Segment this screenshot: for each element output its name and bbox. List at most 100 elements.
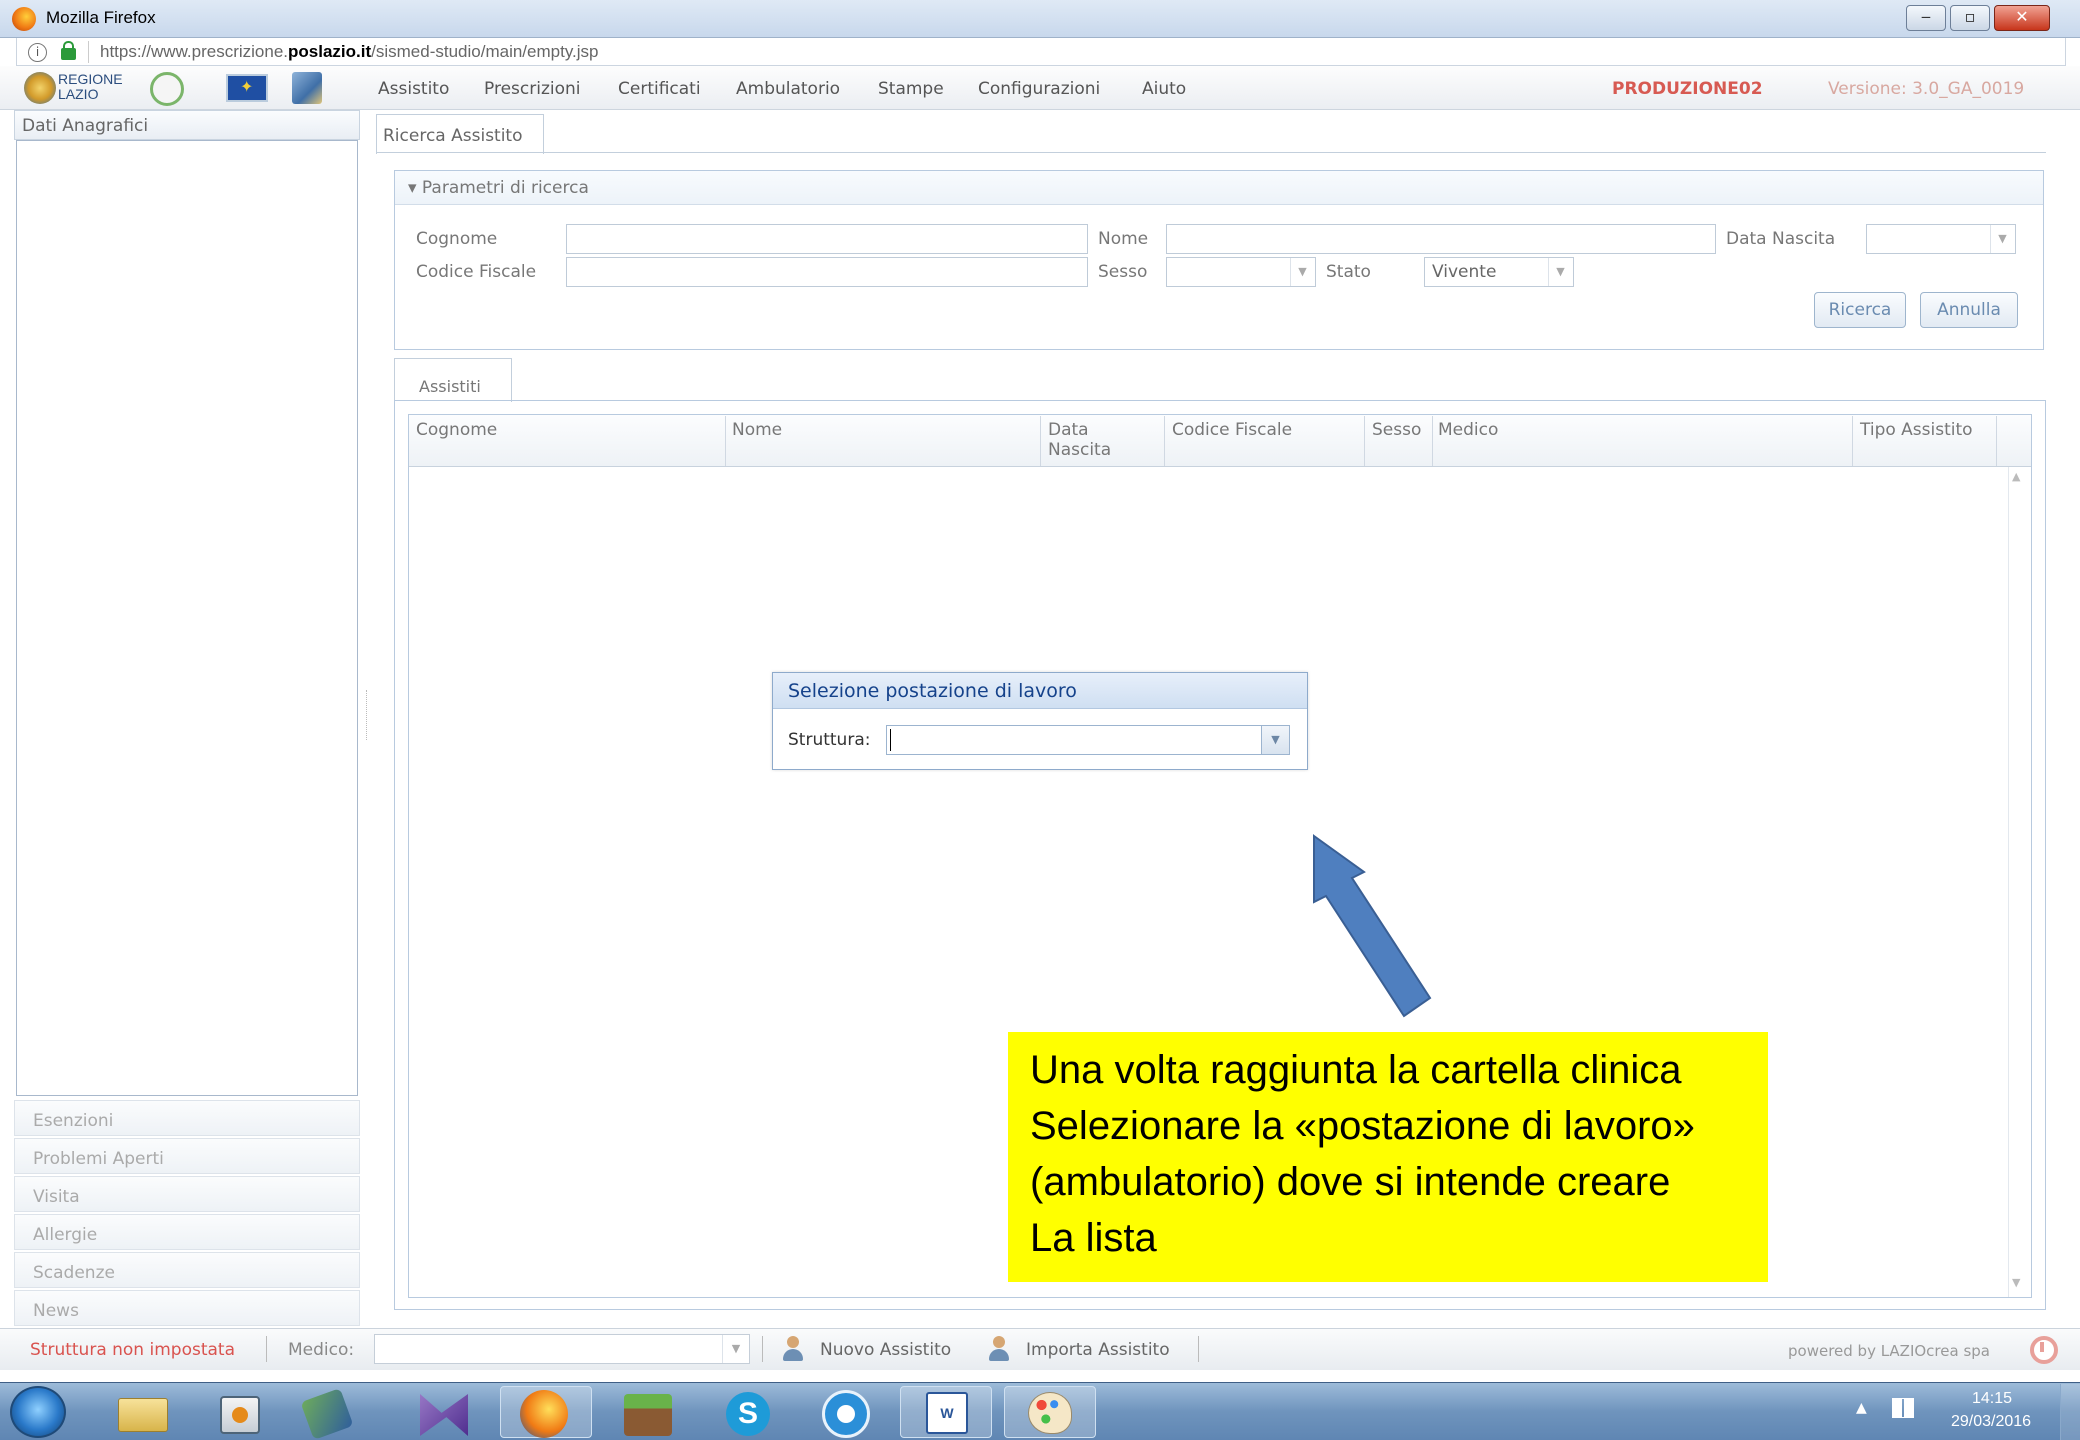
url-domain: poslazio.it [288,42,372,61]
search-params-header[interactable] [395,171,2043,205]
version-label: Versione: 3.0_GA_0019 [1828,79,2025,99]
column-divider [1432,416,1433,466]
menu-stampe[interactable]: Stampe [878,79,944,99]
struttura-status[interactable]: Struttura non impostata [30,1340,235,1360]
menu-assistito[interactable]: Assistito [378,79,449,99]
maximize-button[interactable]: ▫ [1950,5,1990,31]
sidebar-item-scadenze[interactable]: Scadenze [14,1252,360,1288]
scroll-up-icon[interactable]: ▲ [2012,470,2020,483]
sidebar-item-esenzioni[interactable]: Esenzioni [14,1100,360,1136]
cognome-input[interactable] [566,224,1088,254]
col-codice-fiscale[interactable]: Codice Fiscale [1172,420,1292,440]
menu-configurazioni[interactable]: Configurazioni [978,79,1100,99]
file-explorer-icon[interactable] [118,1398,168,1432]
media-player-icon[interactable] [220,1396,260,1434]
close-button[interactable]: ✕ [1994,5,2050,31]
firefox-icon [12,7,36,31]
nuovo-assistito-button[interactable]: Nuovo Assistito [820,1340,951,1360]
url-path: /sismed-studio/main/empty.jsp [371,42,599,61]
sidebar-item-visita[interactable]: Visita [14,1176,360,1212]
annotation-arrow [1313,834,1432,1018]
annulla-button[interactable]: Annulla [1920,292,2018,328]
dati-anagrafici-panel [16,140,358,1096]
medico-select[interactable] [374,1334,750,1364]
column-divider [1996,416,1997,466]
info-icon[interactable]: i [28,43,47,62]
annotation-line-1: Una volta raggiunta la cartella clinica [1030,1048,1682,1092]
repubblica-emblem-logo [150,72,184,106]
url-separator [88,41,89,63]
col-tipo-assistito[interactable]: Tipo Assistito [1860,420,1973,440]
chevron-down-icon[interactable]: ▼ [1261,726,1289,754]
importa-assistito-button[interactable]: Importa Assistito [1026,1340,1170,1360]
clock-date[interactable]: 29/03/2016 [1936,1413,2046,1431]
sidebar-item-allergie[interactable]: Allergie [14,1214,360,1250]
col-medico[interactable]: Medico [1438,420,1498,440]
grid-scrollbar[interactable] [2008,467,2030,1297]
minimize-button[interactable]: ‒ [1906,5,1946,31]
codice-fiscale-input[interactable] [566,257,1088,287]
status-separator [762,1336,763,1362]
chevron-down-icon[interactable]: ▼ [1290,258,1314,286]
import-patient-icon[interactable] [986,1334,1012,1362]
chevron-down-icon[interactable]: ▼ [1990,225,2014,253]
menu-prescrizioni[interactable]: Prescrizioni [484,79,581,99]
struttura-combobox[interactable] [886,725,1290,755]
start-button[interactable] [10,1386,66,1438]
col-cognome[interactable]: Cognome [416,420,497,440]
col-data-nascita[interactable]: Data Nascita [1048,420,1111,460]
word-icon[interactable]: W [926,1392,968,1434]
action-center-flag-icon[interactable] [1892,1398,1914,1418]
stato-label: Stato [1326,262,1371,282]
app-logo-image [292,72,322,104]
sidebar-splitter[interactable] [366,690,370,740]
ricerca-button[interactable]: Ricerca [1814,292,1906,328]
menu-certificati[interactable]: Certificati [618,79,701,99]
column-divider [1852,416,1853,466]
environment-label: PRODUZIONE02 [1612,79,1763,99]
url-text[interactable]: https://www.prescrizione.poslazio.it/sis… [100,42,599,62]
regione-lazio-logo-text: REGIONE LAZIO [58,72,123,102]
tray-expand-icon[interactable]: ▲ [1856,1400,1867,1416]
window-title: Mozilla Firefox [46,8,156,27]
lock-icon[interactable] [61,41,76,60]
minecraft-icon[interactable] [624,1394,672,1436]
skype-icon[interactable]: S [726,1392,770,1436]
annotation-line-4: La lista [1030,1216,1157,1260]
col-sesso[interactable]: Sesso [1372,420,1421,440]
chevron-down-icon[interactable]: ▼ [722,1335,749,1363]
nome-input[interactable] [1166,224,1716,254]
firefox-icon[interactable] [520,1390,568,1438]
logout-power-icon[interactable] [2030,1336,2058,1364]
clock-time[interactable]: 14:15 [1944,1390,2040,1408]
search-params-title[interactable]: ▾ Parametri di ricerca [408,178,589,198]
sesso-label: Sesso [1098,262,1148,282]
paint-icon[interactable] [1028,1392,1072,1434]
logo-text-line1: REGIONE [58,71,123,87]
new-patient-icon[interactable] [780,1334,806,1362]
menu-ambulatorio[interactable]: Ambulatorio [736,79,840,99]
scroll-down-icon[interactable]: ▼ [2012,1276,2020,1289]
window-titlebar [0,0,2080,38]
cognome-label: Cognome [416,229,498,249]
struttura-label: Struttura: [788,730,871,750]
tab-assistiti[interactable]: Assistiti [394,358,512,402]
tab-ricerca-assistito[interactable]: Ricerca Assistito [376,114,544,154]
column-divider [1040,416,1041,466]
eu-flag-logo [226,74,268,102]
chevron-down-icon[interactable]: ▼ [1548,258,1572,286]
col-nome[interactable]: Nome [732,420,782,440]
show-desktop-button[interactable] [2060,1384,2080,1440]
sidebar-item-problemi-aperti[interactable]: Problemi Aperti [14,1138,360,1174]
tab-strip-line [376,152,2046,153]
column-divider [725,416,726,466]
regione-lazio-logo [24,72,56,104]
stato-select-value: Vivente [1432,262,1497,282]
nome-label: Nome [1098,229,1149,249]
menu-aiuto[interactable]: Aiuto [1142,79,1186,99]
sidebar-item-news[interactable]: News [14,1290,360,1326]
sidebar-title: Dati Anagrafici [22,116,149,136]
network-app-icon[interactable] [822,1390,870,1438]
column-divider [1364,416,1365,466]
powered-by-label: powered by LAZIOcrea spa [1788,1342,1990,1360]
